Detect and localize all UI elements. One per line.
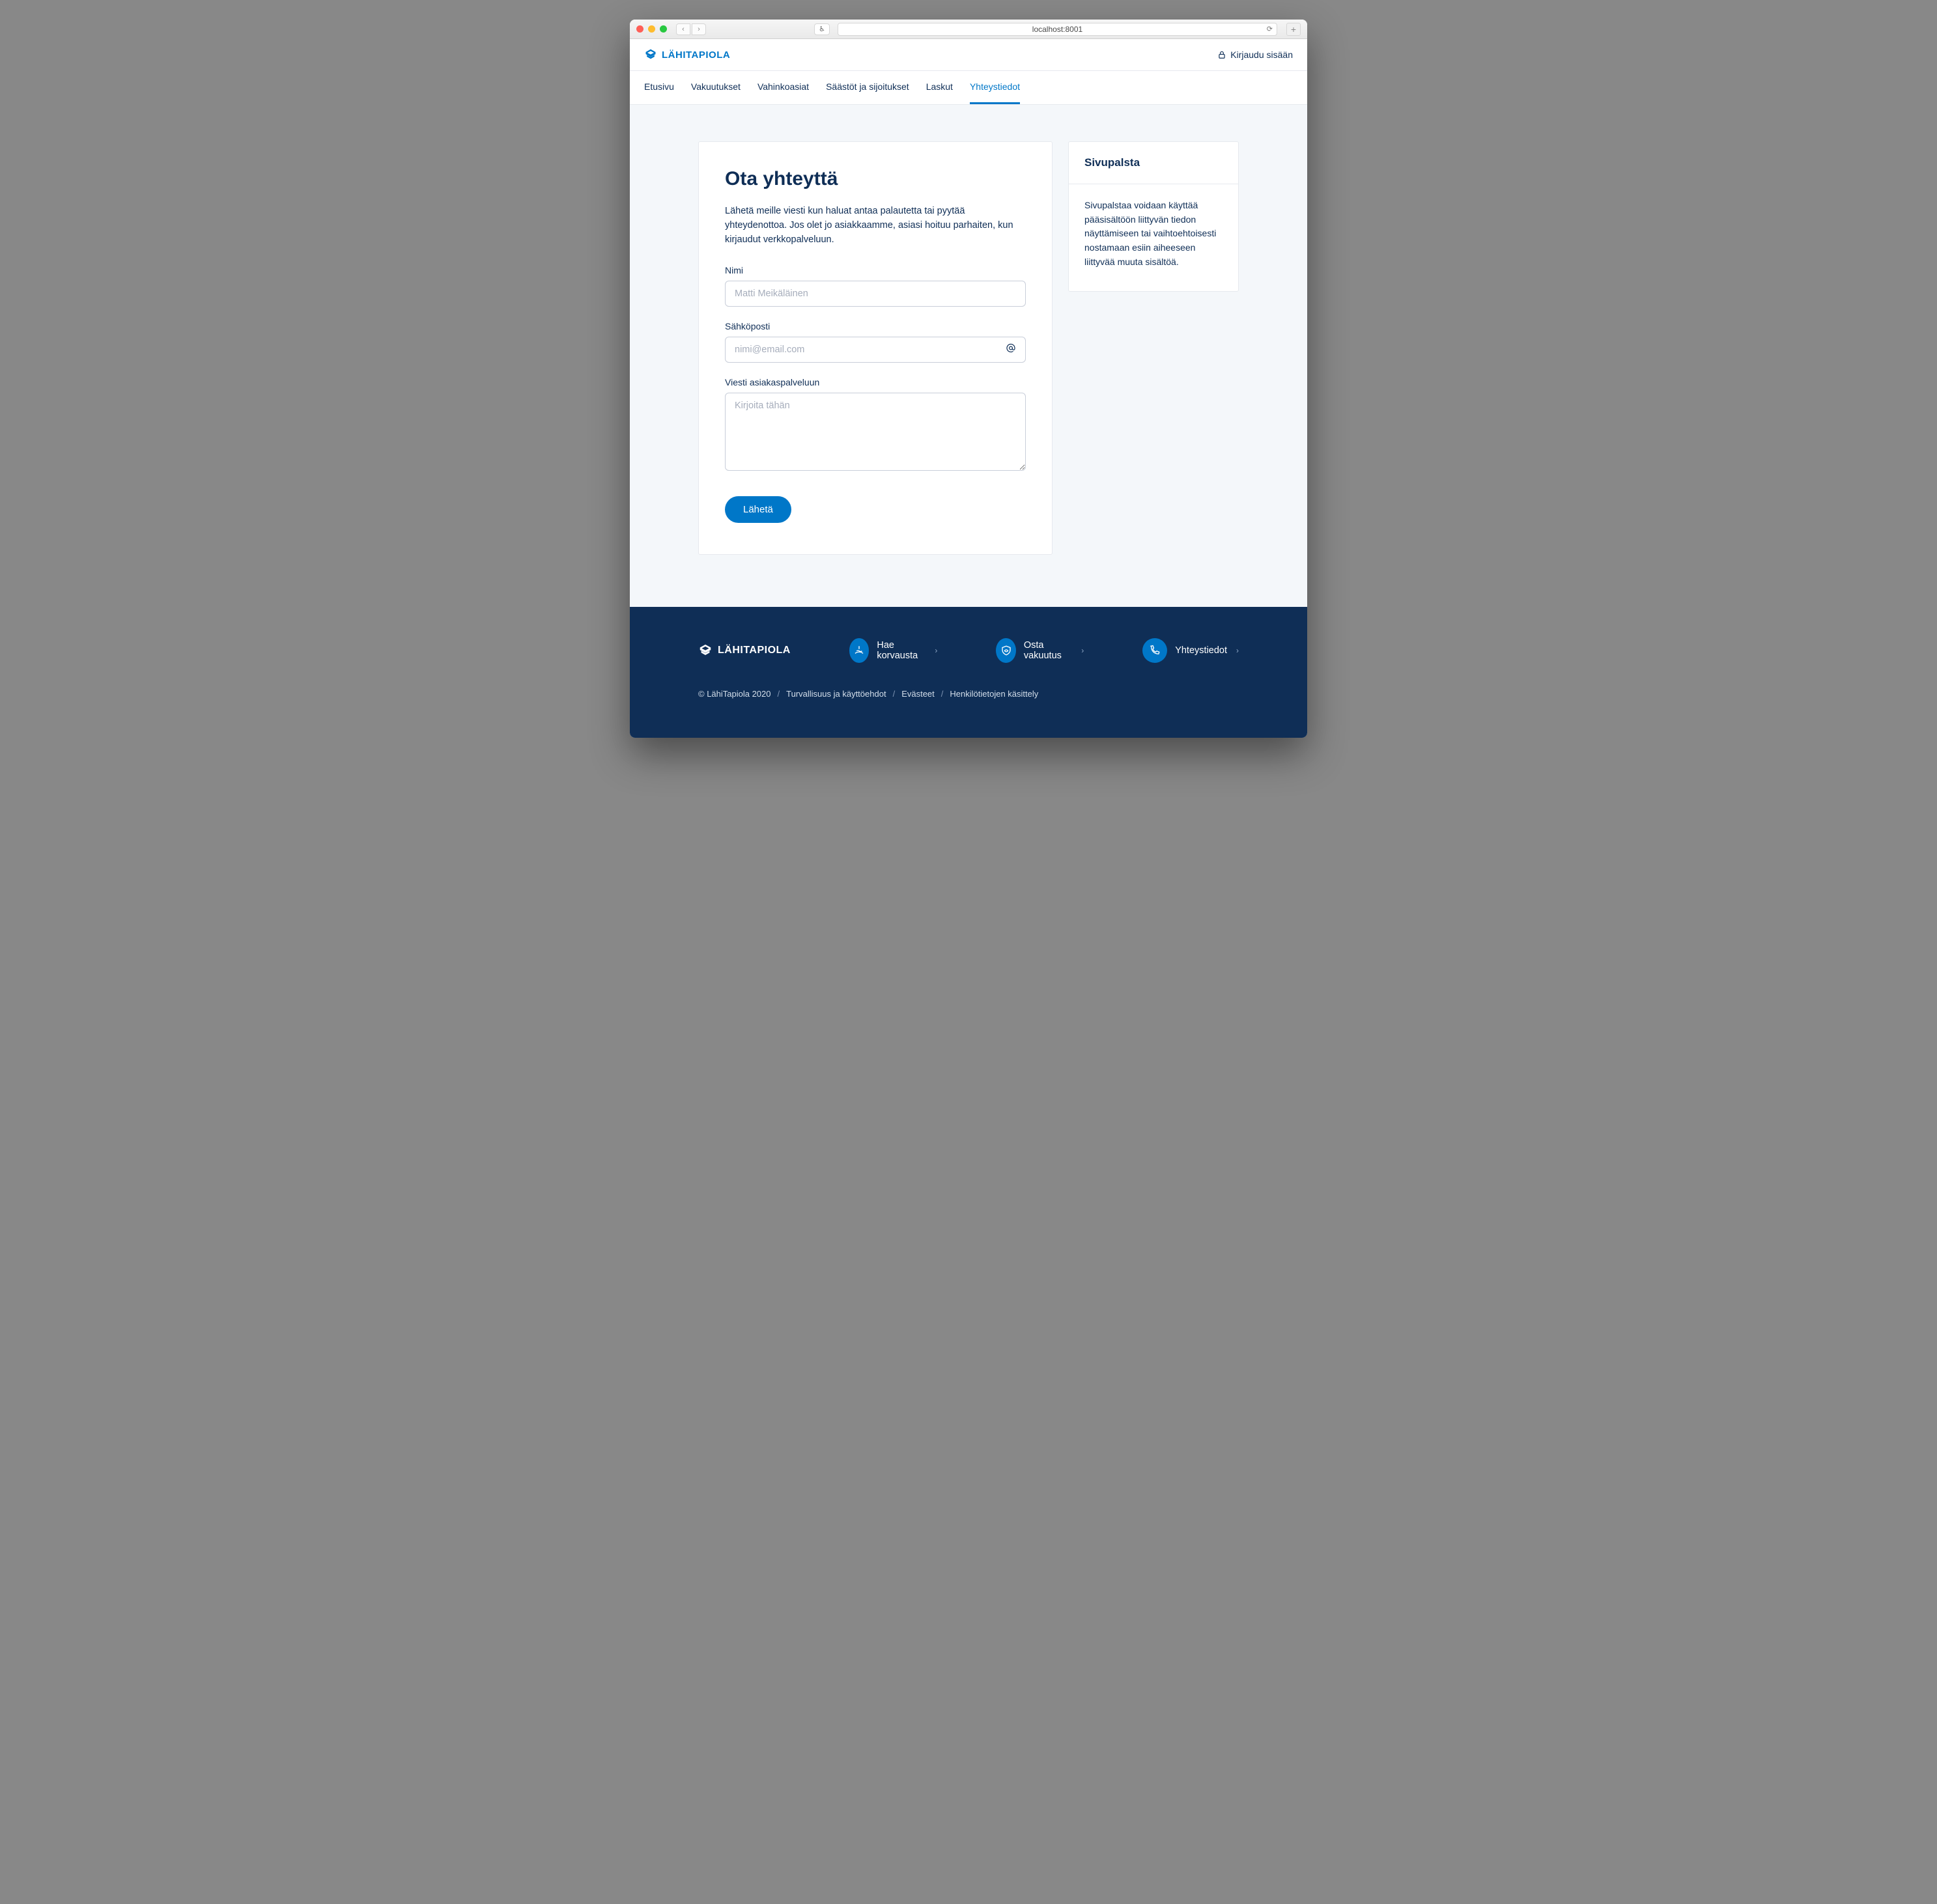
site-footer: LÄHITAPIOLA Hae korvausta › Osta vakuutu… — [630, 607, 1307, 738]
sidebar-card: Sivupalsta Sivupalstaa voidaan käyttää p… — [1068, 141, 1239, 292]
logo-mark-icon — [644, 48, 657, 61]
footer-link-terms[interactable]: Turvallisuus ja käyttöehdot — [786, 689, 886, 699]
sidebar-body: Sivupalstaa voidaan käyttää pääsisältöön… — [1069, 184, 1238, 291]
page-content: Ota yhteyttä Lähetä meille viesti kun ha… — [630, 105, 1307, 607]
brand-text: LÄHITAPIOLA — [662, 49, 730, 61]
brand-logo[interactable]: LÄHITAPIOLA — [644, 48, 730, 61]
primary-nav: Etusivu Vakuutukset Vahinkoasiat Säästöt… — [630, 71, 1307, 105]
browser-window: ‹ › ♿︎ localhost:8001 ⟳ + LÄHITAPIOLA Ki… — [630, 20, 1307, 738]
maximize-window-icon[interactable] — [660, 25, 667, 33]
footer-link-privacy[interactable]: Henkilötietojen käsittely — [950, 689, 1038, 699]
page-title: Ota yhteyttä — [725, 168, 1026, 190]
footer-brand-text: LÄHITAPIOLA — [718, 645, 791, 656]
url-text: localhost:8001 — [1032, 25, 1082, 34]
nav-vakuutukset[interactable]: Vakuutukset — [691, 71, 741, 104]
chevron-right-icon: › — [1236, 646, 1239, 655]
sidebar-title: Sivupalsta — [1069, 142, 1238, 184]
phone-icon — [1142, 638, 1167, 663]
login-text: Kirjaudu sisään — [1230, 49, 1293, 60]
hands-icon — [849, 638, 869, 663]
close-window-icon[interactable] — [636, 25, 643, 33]
submit-button[interactable]: Lähetä — [725, 496, 791, 523]
at-sign-icon — [1005, 343, 1017, 357]
address-bar[interactable]: localhost:8001 ⟳ — [838, 23, 1277, 36]
email-label: Sähköposti — [725, 321, 1026, 331]
footer-link-cookies[interactable]: Evästeet — [901, 689, 935, 699]
quick-link-insurance[interactable]: Osta vakuutus › — [996, 638, 1084, 663]
accessibility-icon[interactable]: ♿︎ — [814, 23, 830, 35]
footer-legal: © LähiTapiola 2020 / Turvallisuus ja käy… — [698, 689, 1239, 699]
shield-icon — [996, 638, 1015, 663]
logo-mark-icon — [698, 643, 713, 658]
forward-button[interactable]: › — [692, 23, 706, 35]
chevron-right-icon: › — [1081, 646, 1084, 655]
name-input[interactable] — [725, 281, 1026, 307]
browser-toolbar: ‹ › ♿︎ localhost:8001 ⟳ + — [630, 20, 1307, 39]
nav-etusivu[interactable]: Etusivu — [644, 71, 674, 104]
intro-text: Lähetä meille viesti kun haluat antaa pa… — [725, 204, 1026, 247]
nav-vahinkoasiat[interactable]: Vahinkoasiat — [757, 71, 809, 104]
contact-form-card: Ota yhteyttä Lähetä meille viesti kun ha… — [698, 141, 1053, 555]
message-textarea[interactable] — [725, 393, 1026, 471]
nav-yhteystiedot[interactable]: Yhteystiedot — [970, 71, 1020, 104]
quick-link-label: Hae korvausta — [877, 640, 926, 661]
nav-laskut[interactable]: Laskut — [926, 71, 953, 104]
footer-logo[interactable]: LÄHITAPIOLA — [698, 643, 791, 658]
new-tab-button[interactable]: + — [1286, 23, 1301, 36]
quick-link-contact[interactable]: Yhteystiedot › — [1142, 638, 1239, 663]
message-label: Viesti asiakaspalveluun — [725, 377, 1026, 387]
back-button[interactable]: ‹ — [676, 23, 690, 35]
reload-icon[interactable]: ⟳ — [1267, 25, 1273, 33]
quick-link-compensation[interactable]: Hae korvausta › — [849, 638, 938, 663]
window-controls — [636, 25, 667, 33]
quick-link-label: Osta vakuutus — [1024, 640, 1072, 661]
site-header: LÄHITAPIOLA Kirjaudu sisään — [630, 39, 1307, 71]
email-input[interactable] — [725, 337, 1026, 363]
chevron-right-icon: › — [935, 646, 937, 655]
nav-buttons: ‹ › — [676, 23, 706, 35]
minimize-window-icon[interactable] — [648, 25, 655, 33]
quick-link-label: Yhteystiedot — [1175, 645, 1227, 656]
nav-saastot[interactable]: Säästöt ja sijoitukset — [826, 71, 909, 104]
login-link[interactable]: Kirjaudu sisään — [1217, 49, 1293, 60]
lock-icon — [1217, 50, 1226, 59]
copyright: © LähiTapiola 2020 — [698, 689, 771, 699]
name-label: Nimi — [725, 265, 1026, 275]
